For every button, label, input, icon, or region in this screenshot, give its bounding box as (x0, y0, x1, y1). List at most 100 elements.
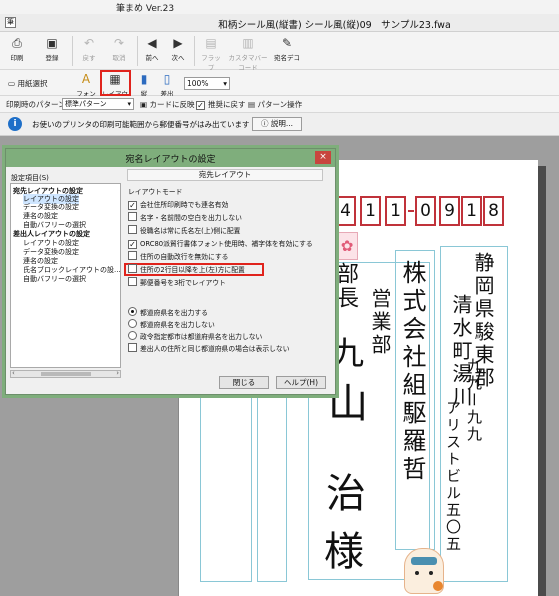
checkbox: ✓ (128, 240, 137, 249)
option-checkbox[interactable]: ✓ 会社住所印刷時でも連名有効 (128, 199, 228, 210)
sender-frame (200, 392, 252, 582)
chevron-down-icon: ▾ (223, 79, 227, 88)
checkbox: ✓ (196, 101, 205, 110)
zip-digit: 8 (483, 196, 504, 226)
window-titlebar: 筆 和柄シール風(縦書) シール風(縦)09 サンプル23.fwa (0, 14, 559, 32)
paper-select-button[interactable]: ▭ 用紙選択 (8, 78, 47, 89)
barcode-icon: ▥ (242, 36, 254, 50)
card-icon: ▣ (140, 100, 148, 109)
option-checkbox[interactable]: 住所の2行目以降を上(左)方に配置 (128, 264, 245, 274)
settings-tree-label: 設定項目(S) (11, 174, 49, 182)
radio-button (128, 307, 137, 316)
next-button[interactable]: ▶ 次へ (169, 36, 187, 62)
checkbox (128, 277, 137, 286)
checkbox (128, 212, 137, 221)
zip-digit: 1 (461, 196, 482, 226)
option-checkbox[interactable]: 役職名は常に氏名左(上)側に配置 (128, 225, 240, 235)
option-label: 役職名は常に氏名左(上)側に配置 (140, 227, 241, 235)
recommended-checkbox[interactable]: ✓ 推奨に戻す (196, 99, 246, 110)
custom-barcode-button[interactable]: ▥ カスタマバーコード (228, 36, 268, 72)
redo-icon: ↷ (113, 36, 125, 50)
radio-label: 政令指定都市は都道府県名を出力しない (140, 333, 263, 341)
option-checkbox[interactable]: 住所の自動改行を無効にする (128, 251, 228, 261)
panel-title: 宛先レイアウト (127, 169, 323, 181)
zip-digit: 1 (385, 196, 406, 226)
vertical-button[interactable]: ▮ 縦 (136, 72, 152, 98)
prefecture-radio[interactable]: 都道府県名を出力しない (128, 319, 215, 329)
radio-label: 都道府県名を出力する (140, 309, 208, 317)
option-label: ORC80派貿行書体フォント使用時、補字体を有効にする (140, 240, 313, 248)
cat-eye (429, 571, 433, 575)
checkbox (128, 343, 137, 352)
sender-button[interactable]: ▯ 差出 (158, 72, 176, 98)
arrow-right-icon: ▶ (173, 36, 183, 50)
cat-eye (415, 571, 419, 575)
help-icon: ⓘ (260, 119, 269, 128)
radio-button (128, 331, 137, 340)
flower-stamp-icon: ✿ (336, 232, 358, 260)
checkbox (128, 264, 137, 273)
option-checkbox[interactable]: 郵便番号を3桁でレイアウト (128, 277, 226, 287)
scrollbar-thumb[interactable] (41, 372, 91, 376)
dialog-title: 宛名レイアウトの設定 (125, 155, 216, 165)
app-title: 筆まめ Ver.23 (116, 4, 175, 14)
postcard-shadow (538, 166, 546, 596)
dialog-close-text-button[interactable]: 閉じる (219, 376, 269, 389)
main-toolbar: ⎙ 印刷 ▣ 登録 ↶ 戻す ↷ 取消 ◀ 前へ ▶ 次へ ▤ フラップ ▥ カ… (0, 32, 559, 72)
register-icon: ▣ (46, 36, 58, 50)
app-title-strip: 筆まめ Ver.23 (0, 0, 559, 14)
prev-button[interactable]: ◀ 前へ (143, 36, 161, 62)
checkbox: ✓ (128, 201, 137, 210)
settings-tree: 宛先レイアウトの設定 レイアウトの設定 データ変換の設定 連名の設定 自動バフリーの選択… (10, 183, 121, 368)
zoom-select[interactable]: 100% ▾ (184, 77, 230, 90)
address-deco-button[interactable]: ✎ 宛名デコ (273, 36, 301, 62)
same-prefecture-checkbox[interactable]: 差出人の住所と同じ都道府県の場合は表示しない (128, 343, 290, 353)
dialog-titlebar: 宛名レイアウトの設定 × (6, 149, 335, 167)
scroll-right-icon: › (116, 369, 119, 377)
flap-button[interactable]: ▤ フラップ (199, 36, 223, 72)
pattern-ops-button[interactable]: ▤ パターン操作 (248, 99, 302, 110)
reflect-card-button[interactable]: ▣ カードに反映 (140, 99, 194, 110)
info-help-button[interactable]: ⓘ 説明... (252, 117, 302, 131)
sender-frame (257, 392, 287, 582)
option-checkbox[interactable]: ✓ ORC80派貿行書体フォント使用時、補字体を有効にする (128, 238, 313, 249)
dialog-help-button[interactable]: ヘルプ(H) (276, 376, 326, 389)
dialog-close-button[interactable]: × (315, 151, 331, 164)
cat-paw (433, 581, 443, 591)
info-message: お使いのプリンタの印刷可能範囲から郵便番号がはみ出ています (32, 120, 250, 129)
layout-settings-dialog: 宛名レイアウトの設定 × 設定項目(S) 宛先レイアウトの設定 レイアウトの設定デ… (5, 148, 336, 395)
option-checkbox[interactable]: 名字・名前間の空白を出力しない (128, 212, 242, 222)
layout-highlight (100, 70, 131, 96)
print-pattern-select[interactable]: 標準パターン ▾ (62, 98, 134, 110)
tree-scrollbar[interactable]: ‹ › (10, 369, 121, 378)
pattern-icon: ▤ (248, 100, 256, 109)
position-partial: 部 (333, 262, 358, 284)
font-icon: A (81, 72, 91, 86)
option-label: 名字・名前間の空白を出力しない (140, 214, 242, 222)
checkbox (128, 225, 137, 234)
option-label: 差出人の住所と同じ都道府県の場合は表示しない (140, 345, 290, 353)
zip-digit: 4 (335, 196, 356, 226)
arrow-left-icon: ◀ (147, 36, 157, 50)
document-title: 和柄シール風(縦書) シール風(縦)09 サンプル23.fwa (218, 20, 451, 31)
prefecture-radio[interactable]: 都道府県名を出力する (128, 307, 208, 317)
tree-item[interactable]: 自動バフリーの選択 (23, 274, 86, 284)
print-button[interactable]: ⎙ 印刷 (6, 36, 28, 62)
scroll-left-icon: ‹ (12, 369, 15, 377)
toolbar-separator (194, 36, 195, 66)
zip-digit: 1 (360, 196, 381, 226)
info-bar: i お使いのプリンタの印刷可能範囲から郵便番号がはみ出ています ⓘ 説明... (0, 113, 559, 136)
redo-button[interactable]: ↷ 取消 (108, 36, 130, 62)
undo-icon: ↶ (83, 36, 95, 50)
print-pattern-label: 印刷時のパターン (6, 100, 66, 109)
paper-icon: ▭ (8, 79, 16, 88)
register-button[interactable]: ▣ 登録 (40, 36, 64, 62)
cat-hat (411, 557, 437, 565)
checkbox (128, 251, 137, 260)
recipient-name-char: 治 (319, 472, 365, 512)
printer-icon: ⎙ (12, 36, 22, 50)
undo-button[interactable]: ↶ 戻す (79, 36, 99, 62)
prefecture-radio[interactable]: 政令指定都市は都道府県名を出力しない (128, 331, 262, 341)
radio-button (128, 319, 137, 328)
zip-hyphen (408, 210, 414, 212)
